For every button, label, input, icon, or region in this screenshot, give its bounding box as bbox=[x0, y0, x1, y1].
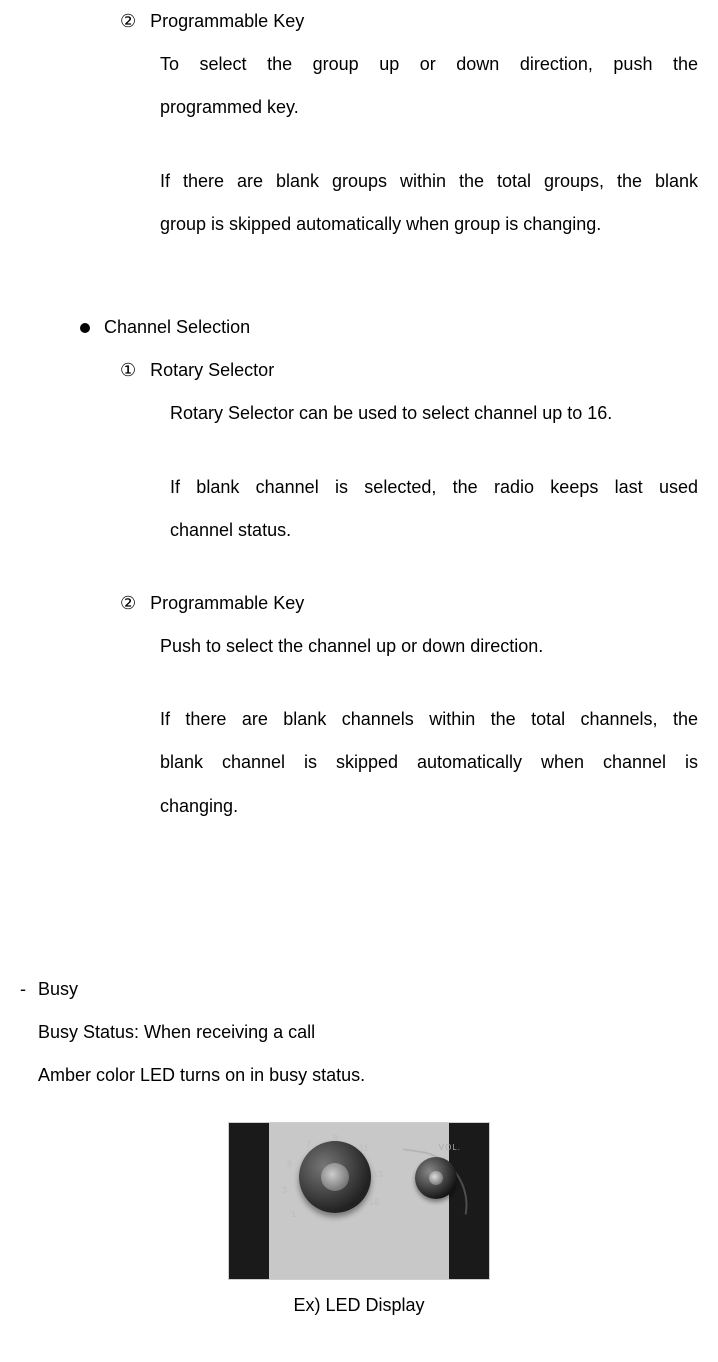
circled-number-2: ② bbox=[120, 593, 136, 613]
tick-label: 16 bbox=[369, 1197, 379, 1207]
document-page: ② Programmable Key To select the group up… bbox=[0, 0, 718, 1362]
tick-label: 1 bbox=[291, 1209, 296, 1219]
channel-selection-heading: Channel Selection bbox=[80, 306, 698, 349]
spacer bbox=[20, 828, 698, 968]
tick-label: 5 bbox=[287, 1159, 292, 1169]
body-text: If blank channel is selected, the radio … bbox=[170, 466, 698, 509]
heading-text: Programmable Key bbox=[150, 11, 304, 31]
tick-label: 7 bbox=[306, 1139, 311, 1149]
tick-label: 9 bbox=[333, 1133, 338, 1143]
body-text: Amber color LED turns on in busy status. bbox=[38, 1054, 698, 1097]
body-text: changing. bbox=[160, 785, 698, 828]
heading-text: Programmable Key bbox=[150, 593, 304, 613]
group-programmable-key-heading: ② Programmable Key bbox=[120, 0, 698, 43]
tick-label: 13 bbox=[373, 1169, 383, 1179]
rotary-selector-heading: ① Rotary Selector bbox=[120, 349, 698, 392]
figure-caption: Ex) LED Display bbox=[229, 1289, 489, 1321]
spacer bbox=[20, 130, 698, 160]
body-text: group is skipped automatically when grou… bbox=[160, 203, 698, 246]
body-text: Rotary Selector can be used to select ch… bbox=[170, 392, 698, 435]
circled-number-2: ② bbox=[120, 11, 136, 31]
dash-icon: - bbox=[20, 979, 26, 999]
body-text: channel status. bbox=[170, 509, 698, 552]
body-text: Busy Status: When receiving a call bbox=[38, 1011, 698, 1054]
spacer bbox=[20, 246, 698, 306]
body-text: blank channel is skipped automatically w… bbox=[160, 741, 698, 784]
body-text: programmed key. bbox=[160, 86, 698, 129]
body-text: To select the group up or down direction… bbox=[160, 43, 698, 86]
body-text: If there are blank channels within the t… bbox=[160, 698, 698, 741]
tick-label: 3 bbox=[282, 1185, 287, 1195]
heading-text: Rotary Selector bbox=[150, 360, 274, 380]
heading-text: Channel Selection bbox=[104, 317, 250, 337]
device-illustration: 1 3 5 7 9 11 13 16 VOL. bbox=[229, 1123, 489, 1279]
spacer bbox=[20, 552, 698, 582]
bullet-icon bbox=[80, 323, 90, 333]
heading-text: Busy bbox=[38, 979, 78, 999]
body-text: If there are blank groups within the tot… bbox=[160, 160, 698, 203]
tick-label: 11 bbox=[359, 1143, 369, 1153]
body-text: Push to select the channel up or down di… bbox=[160, 625, 698, 668]
led-display-figure: 1 3 5 7 9 11 13 16 VOL. Ex) LED Display bbox=[229, 1123, 489, 1321]
busy-heading: -Busy bbox=[20, 968, 698, 1011]
spacer bbox=[20, 436, 698, 466]
channel-programmable-key-heading: ② Programmable Key bbox=[120, 582, 698, 625]
circled-number-1: ① bbox=[120, 360, 136, 380]
vol-label: VOL. bbox=[439, 1143, 461, 1152]
spacer bbox=[20, 668, 698, 698]
